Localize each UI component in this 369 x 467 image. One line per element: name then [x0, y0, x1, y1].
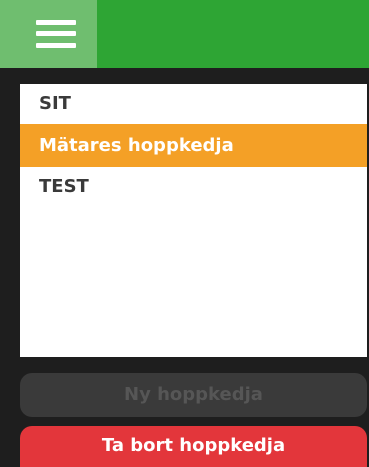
hamburger-menu-icon	[36, 19, 76, 49]
new-chain-button[interactable]: Ny hoppkedja	[20, 373, 367, 417]
list-item-test[interactable]: TEST	[20, 167, 367, 207]
chain-list: SIT Mätares hoppkedja TEST	[20, 84, 367, 357]
delete-chain-button[interactable]: Ta bort hoppkedja	[20, 426, 367, 467]
top-bar	[0, 0, 369, 68]
menu-button[interactable]	[0, 0, 97, 68]
list-item-sit[interactable]: SIT	[20, 84, 367, 124]
list-item-matares-hoppkedja[interactable]: Mätares hoppkedja	[20, 124, 367, 167]
